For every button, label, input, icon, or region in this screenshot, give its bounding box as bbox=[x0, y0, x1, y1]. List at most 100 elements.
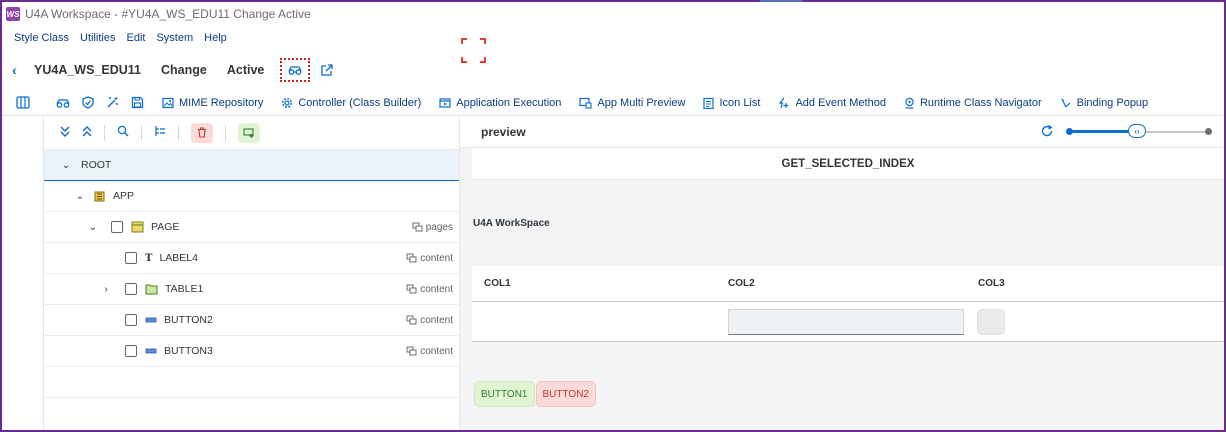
tree-checkbox[interactable] bbox=[111, 221, 123, 233]
add-ui-icon bbox=[243, 127, 254, 138]
preview-header: preview ‹› bbox=[460, 116, 1224, 148]
save-icon[interactable] bbox=[131, 96, 144, 109]
copy-icon bbox=[412, 222, 423, 232]
copy-icon bbox=[406, 253, 417, 263]
expand-all-icon[interactable] bbox=[60, 126, 70, 140]
controller-label: Controller (Class Builder) bbox=[298, 96, 422, 109]
glasses-icon[interactable] bbox=[56, 97, 70, 109]
tree-label-button3: BUTTON3 bbox=[164, 345, 213, 357]
tree-row-button3[interactable]: BUTTON3 content bbox=[44, 336, 459, 367]
chevron-right-icon[interactable]: › bbox=[99, 284, 113, 295]
toolbar-separator bbox=[104, 124, 105, 141]
preview-label: U4A WorkSpace bbox=[473, 218, 550, 229]
aggregation-label: content bbox=[420, 345, 453, 357]
chevron-down-icon[interactable]: ⌄ bbox=[73, 191, 87, 202]
tree-label-label4: LABEL4 bbox=[159, 252, 198, 264]
title-bar: WS U4A Workspace - #YU4A_WS_EDU11 Change… bbox=[2, 2, 1224, 26]
add-event-icon bbox=[779, 97, 789, 108]
tree-checkbox[interactable] bbox=[125, 252, 137, 264]
icon-list-label: Icon List bbox=[719, 96, 761, 109]
panel-layout-icon[interactable] bbox=[2, 96, 44, 109]
aggregation-content: content bbox=[406, 346, 453, 357]
application-execution-button[interactable]: Application Execution bbox=[439, 97, 561, 109]
copy-icon bbox=[406, 315, 417, 325]
table-row[interactable] bbox=[472, 302, 1224, 342]
app-logo-icon: WS bbox=[6, 7, 20, 21]
aggregation-content: content bbox=[406, 253, 453, 264]
col3-checkbox[interactable] bbox=[977, 309, 1005, 335]
runtime-class-navigator-button[interactable]: Runtime Class Navigator bbox=[904, 97, 1042, 109]
magic-wand-icon[interactable] bbox=[106, 96, 119, 109]
chevron-down-icon[interactable]: ⌄ bbox=[86, 222, 100, 233]
list-icon bbox=[703, 97, 715, 109]
image-icon bbox=[162, 97, 174, 108]
toolbar-separator bbox=[141, 124, 142, 141]
chevron-down-icon[interactable]: ⌄ bbox=[59, 160, 73, 171]
app-multi-preview-button[interactable]: App Multi Preview bbox=[579, 97, 685, 109]
preview-width-slider[interactable]: ‹› bbox=[1066, 124, 1212, 138]
shield-check-icon[interactable] bbox=[82, 96, 94, 109]
tree-checkbox[interactable] bbox=[125, 314, 137, 326]
copy-icon bbox=[406, 346, 417, 356]
mime-repository-button[interactable]: MIME Repository bbox=[162, 97, 263, 109]
external-link-icon[interactable] bbox=[318, 62, 334, 78]
binding-popup-button[interactable]: Binding Popup bbox=[1060, 97, 1148, 109]
tree-row-app[interactable]: ⌄ APP bbox=[44, 181, 459, 212]
menu-help[interactable]: Help bbox=[204, 32, 227, 44]
gear-icon bbox=[282, 97, 293, 108]
trash-icon bbox=[198, 127, 206, 138]
controller-button[interactable]: Controller (Class Builder) bbox=[281, 97, 421, 109]
column-header[interactable]: COL2 bbox=[728, 278, 755, 289]
app-id: YU4A_WS_EDU11 bbox=[34, 63, 141, 77]
col2-input[interactable] bbox=[728, 309, 964, 335]
button-node-icon bbox=[145, 316, 157, 324]
preview-buttons: BUTTON1 BUTTON2 bbox=[474, 381, 596, 407]
main-toolbar: MIME Repository Controller (Class Builde… bbox=[2, 90, 1224, 116]
slider-handle[interactable]: ‹› bbox=[1128, 124, 1146, 138]
icon-list-button[interactable]: Icon List bbox=[703, 97, 760, 109]
add-event-method-button[interactable]: Add Event Method bbox=[778, 97, 886, 109]
tree-structure-icon[interactable] bbox=[154, 125, 166, 140]
refresh-icon[interactable] bbox=[1040, 124, 1054, 141]
preview-panel: preview ‹› GET_SELECTED_INDEX U4A WorkSp… bbox=[460, 116, 1224, 430]
binding-icon bbox=[1060, 97, 1071, 107]
tree-checkbox[interactable] bbox=[125, 283, 137, 295]
aggregation-label: content bbox=[420, 314, 453, 326]
column-header[interactable]: COL1 bbox=[484, 278, 511, 289]
menu-style-class[interactable]: Style Class bbox=[14, 32, 69, 44]
preview-table-header: COL1 COL2 COL3 bbox=[472, 266, 1224, 302]
tree-row-button2[interactable]: BUTTON2 content bbox=[44, 305, 459, 336]
aggregation-label: pages bbox=[425, 221, 453, 233]
search-icon[interactable] bbox=[117, 125, 129, 140]
app-multi-preview-label: App Multi Preview bbox=[597, 96, 686, 109]
edit-mode: Change bbox=[161, 63, 207, 77]
button1[interactable]: BUTTON1 bbox=[474, 381, 535, 407]
menu-utilities[interactable]: Utilities bbox=[80, 32, 115, 44]
tree-label-page: PAGE bbox=[151, 221, 180, 233]
ui-tree-panel: ⌄ ROOT ⌄ APP ⌄ PAGE pages T LABEL4 conte… bbox=[44, 116, 460, 430]
tree-row-root[interactable]: ⌄ ROOT bbox=[44, 150, 459, 181]
button2[interactable]: BUTTON2 bbox=[535, 381, 596, 407]
delete-button[interactable] bbox=[191, 122, 213, 143]
collapse-all-icon[interactable] bbox=[82, 125, 92, 140]
tree-checkbox[interactable] bbox=[125, 345, 137, 357]
menu-system[interactable]: System bbox=[156, 32, 193, 44]
window-title: U4A Workspace - #YU4A_WS_EDU11 Change Ac… bbox=[25, 7, 311, 21]
app-header: ‹ YU4A_WS_EDU11 Change Active bbox=[12, 58, 334, 82]
preview-title: preview bbox=[481, 124, 526, 139]
tree-row-page[interactable]: ⌄ PAGE pages bbox=[44, 212, 459, 243]
tree-label-root: ROOT bbox=[81, 159, 112, 171]
tree-row-label4[interactable]: T LABEL4 content bbox=[44, 243, 459, 274]
aggregation-label: content bbox=[420, 283, 453, 295]
back-icon[interactable]: ‹ bbox=[12, 62, 26, 78]
tree-row-table1[interactable]: › TABLE1 content bbox=[44, 274, 459, 305]
add-ui-button[interactable] bbox=[238, 122, 260, 143]
tree-row-empty bbox=[44, 367, 459, 398]
copy-icon bbox=[406, 284, 417, 294]
run-icon bbox=[439, 97, 451, 108]
display-change-button[interactable] bbox=[280, 58, 311, 82]
menu-edit[interactable]: Edit bbox=[126, 32, 145, 44]
app-node-icon bbox=[93, 190, 106, 203]
column-header[interactable]: COL3 bbox=[978, 278, 1005, 289]
add-event-method-label: Add Event Method bbox=[795, 96, 886, 109]
